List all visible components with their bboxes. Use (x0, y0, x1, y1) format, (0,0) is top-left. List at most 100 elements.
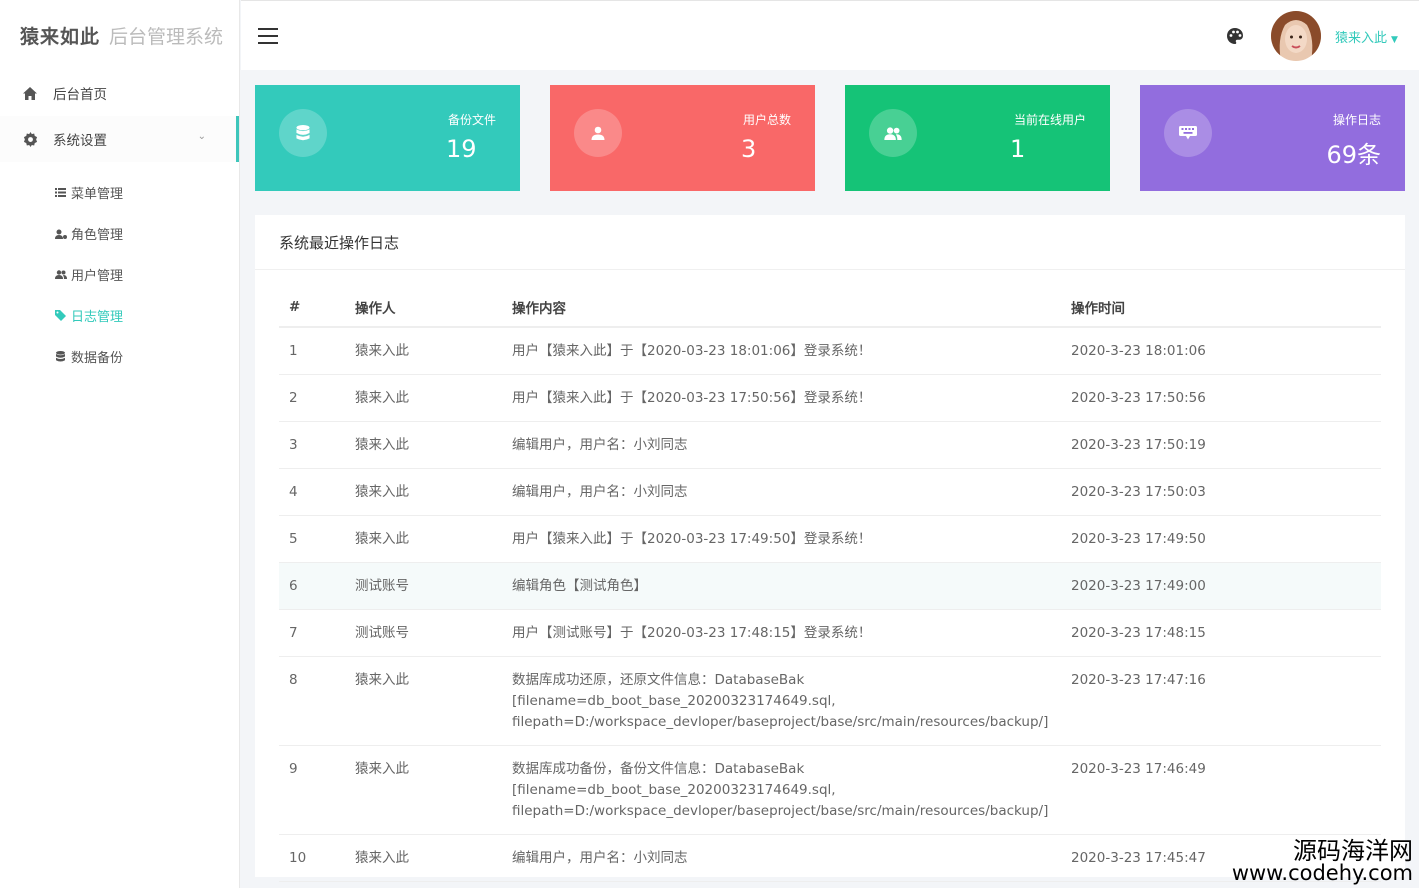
stat-label: 备份文件 (447, 113, 496, 127)
table-row: 10 猿来入此 编辑用户，用户名：小刘同志 2020-3-23 17:45:47 (279, 834, 1381, 882)
table-row: 5 猿来入此 用户【猿来入此】于【2020-03-23 17:49:50】登录系统！… (279, 515, 1381, 563)
cell-operator: 猿来入此 (355, 421, 512, 469)
cell-content: 用户【猿来入此】于【2020-03-23 17:49:50】登录系统！ (512, 515, 1071, 563)
log-table-body: 1 猿来入此 用户【猿来入此】于【2020-03-23 18:01:06】登录系统！… (279, 327, 1381, 882)
list-icon (54, 186, 67, 199)
brand-logo[interactable]: 猿来如此 后台管理系统 (0, 0, 239, 70)
user-menu[interactable]: 猿来入此 ▼ (1335, 27, 1398, 46)
users-icon (54, 268, 67, 281)
stat-card-backups: 备份文件 19 (255, 85, 520, 191)
avatar[interactable] (1271, 11, 1321, 61)
table-row: 2 猿来入此 用户【猿来入此】于【2020-03-23 17:50:56】登录系统！… (279, 374, 1381, 422)
chevron-down-icon: ⌄ (197, 131, 206, 142)
cell-index: 7 (279, 609, 355, 657)
cell-operator: 猿来入此 (355, 656, 512, 746)
sidebar-item-label: 日志管理 (71, 310, 124, 325)
cell-content: 编辑用户，用户名：小刘同志 (512, 834, 1071, 882)
table-row: 8 猿来入此 数据库成功还原，还原文件信息：DatabaseBak [filenam… (279, 656, 1381, 746)
nav-home[interactable]: 后台首页 (0, 70, 239, 116)
watermark-title: 源码海洋网 (1293, 837, 1413, 865)
watermark-url: www.codehy.com (1231, 861, 1413, 885)
cell-time: 2020-3-23 18:01:06 (1071, 327, 1381, 375)
cell-operator: 测试账号 (355, 562, 512, 610)
log-table: # 操作人 操作内容 操作时间 1 猿来入此 用户【猿来入此】于【2020-03-2… (279, 287, 1381, 882)
column-header-index: # (279, 287, 355, 328)
sidebar-item-label: 用户管理 (71, 269, 124, 284)
user-cog-icon (54, 227, 67, 240)
column-header-operator: 操作人 (355, 287, 512, 328)
cell-time: 2020-3-23 17:49:50 (1071, 515, 1381, 563)
cell-operator: 猿来入此 (355, 515, 512, 563)
brand-name: 猿来如此 (20, 25, 101, 48)
sidebar-item-label: 菜单管理 (71, 187, 124, 202)
cell-index: 3 (279, 421, 355, 469)
stat-card-logs: 操作日志 69条 (1140, 85, 1405, 191)
cell-operator: 猿来入此 (355, 374, 512, 422)
cell-index: 4 (279, 468, 355, 516)
table-row: 7 测试账号 用户【测试账号】于【2020-03-23 17:48:15】登录系统！… (279, 609, 1381, 657)
cell-time: 2020-3-23 17:48:15 (1071, 609, 1381, 657)
cell-index: 6 (279, 562, 355, 610)
cell-content: 用户【测试账号】于【2020-03-23 17:48:15】登录系统！ (512, 609, 1071, 657)
cell-operator: 猿来入此 (355, 834, 512, 882)
cell-content: 用户【猿来入此】于【2020-03-23 17:50:56】登录系统！ (512, 374, 1071, 422)
caret-down-icon: ▼ (1391, 35, 1398, 45)
table-row: 6 测试账号 编辑角色【测试角色】 2020-3-23 17:49:00 (279, 562, 1381, 610)
sidebar-item-logs[interactable]: 日志管理 (0, 295, 239, 336)
table-header-row: # 操作人 操作内容 操作时间 (279, 287, 1381, 328)
cell-time: 2020-3-23 17:49:00 (1071, 562, 1381, 610)
stat-value: 69条 (1326, 141, 1381, 169)
cell-operator: 猿来入此 (355, 468, 512, 516)
sidebar-item-menu[interactable]: 菜单管理 (0, 172, 239, 213)
stat-value: 1 (1010, 135, 1026, 163)
palette-icon[interactable] (1226, 27, 1244, 45)
table-row: 9 猿来入此 数据库成功备份，备份文件信息：DatabaseBak [filenam… (279, 745, 1381, 835)
cell-time: 2020-3-23 17:50:19 (1071, 421, 1381, 469)
nav-settings-label: 系统设置 (53, 133, 107, 149)
table-row: 3 猿来入此 编辑用户，用户名：小刘同志 2020-3-23 17:50:19 (279, 421, 1381, 469)
cell-content: 数据库成功还原，还原文件信息：DatabaseBak [filename=db_… (512, 656, 1071, 746)
cell-index: 8 (279, 656, 355, 746)
cell-operator: 猿来入此 (355, 327, 512, 375)
home-icon (22, 85, 38, 101)
cell-time: 2020-3-23 17:50:03 (1071, 468, 1381, 516)
stat-label: 当前在线用户 (1013, 113, 1086, 127)
table-row: 1 猿来入此 用户【猿来入此】于【2020-03-23 18:01:06】登录系统！… (279, 327, 1381, 375)
sidebar-item-roles[interactable]: 角色管理 (0, 213, 239, 254)
top-header: 猿来入此 ▼ (241, 0, 1419, 70)
brand-subtitle: 后台管理系统 (109, 25, 224, 48)
user-icon (574, 109, 622, 157)
column-header-content: 操作内容 (512, 287, 1071, 328)
column-header-time: 操作时间 (1071, 287, 1381, 328)
panel-title: 系统最近操作日志 (255, 215, 1405, 270)
cell-time: 2020-3-23 17:47:16 (1071, 656, 1381, 746)
sidebar-item-backup[interactable]: 数据备份 (0, 336, 239, 377)
cell-index: 10 (279, 834, 355, 882)
watermark: 源码海洋网 www.codehy.com (1232, 839, 1413, 884)
sidebar-item-users[interactable]: 用户管理 (0, 254, 239, 295)
database-icon (54, 350, 67, 363)
nav-settings[interactable]: 系统设置 ⌄ (0, 116, 239, 162)
log-panel: 系统最近操作日志 # 操作人 操作内容 操作时间 1 猿来入此 用户【猿来入此】于【… (255, 215, 1405, 882)
tag-icon (54, 309, 67, 322)
sidebar: 猿来如此 后台管理系统 后台首页 系统设置 ⌄ 菜单管理 角色管理 用户管理 日… (0, 0, 240, 888)
cell-index: 1 (279, 327, 355, 375)
cell-index: 5 (279, 515, 355, 563)
cell-time: 2020-3-23 17:46:49 (1071, 745, 1381, 835)
cell-content: 编辑用户，用户名：小刘同志 (512, 468, 1071, 516)
table-row: 4 猿来入此 编辑用户，用户名：小刘同志 2020-3-23 17:50:03 (279, 468, 1381, 516)
cell-content: 数据库成功备份，备份文件信息：DatabaseBak [filename=db_… (512, 745, 1071, 835)
user-name: 猿来入此 (1335, 31, 1388, 46)
cell-index: 9 (279, 745, 355, 835)
settings-submenu: 菜单管理 角色管理 用户管理 日志管理 数据备份 (0, 162, 239, 377)
sidebar-item-label: 数据备份 (71, 351, 124, 366)
gear-icon (22, 131, 38, 147)
cell-content: 编辑用户，用户名：小刘同志 (512, 421, 1071, 469)
users-icon (869, 109, 917, 157)
stat-card-online: 当前在线用户 1 (845, 85, 1110, 191)
nav-home-label: 后台首页 (53, 87, 107, 103)
menu-toggle-icon[interactable] (258, 28, 278, 44)
keyboard-icon (1164, 109, 1212, 157)
cell-operator: 测试账号 (355, 609, 512, 657)
stat-card-users: 用户总数 3 (550, 85, 815, 191)
